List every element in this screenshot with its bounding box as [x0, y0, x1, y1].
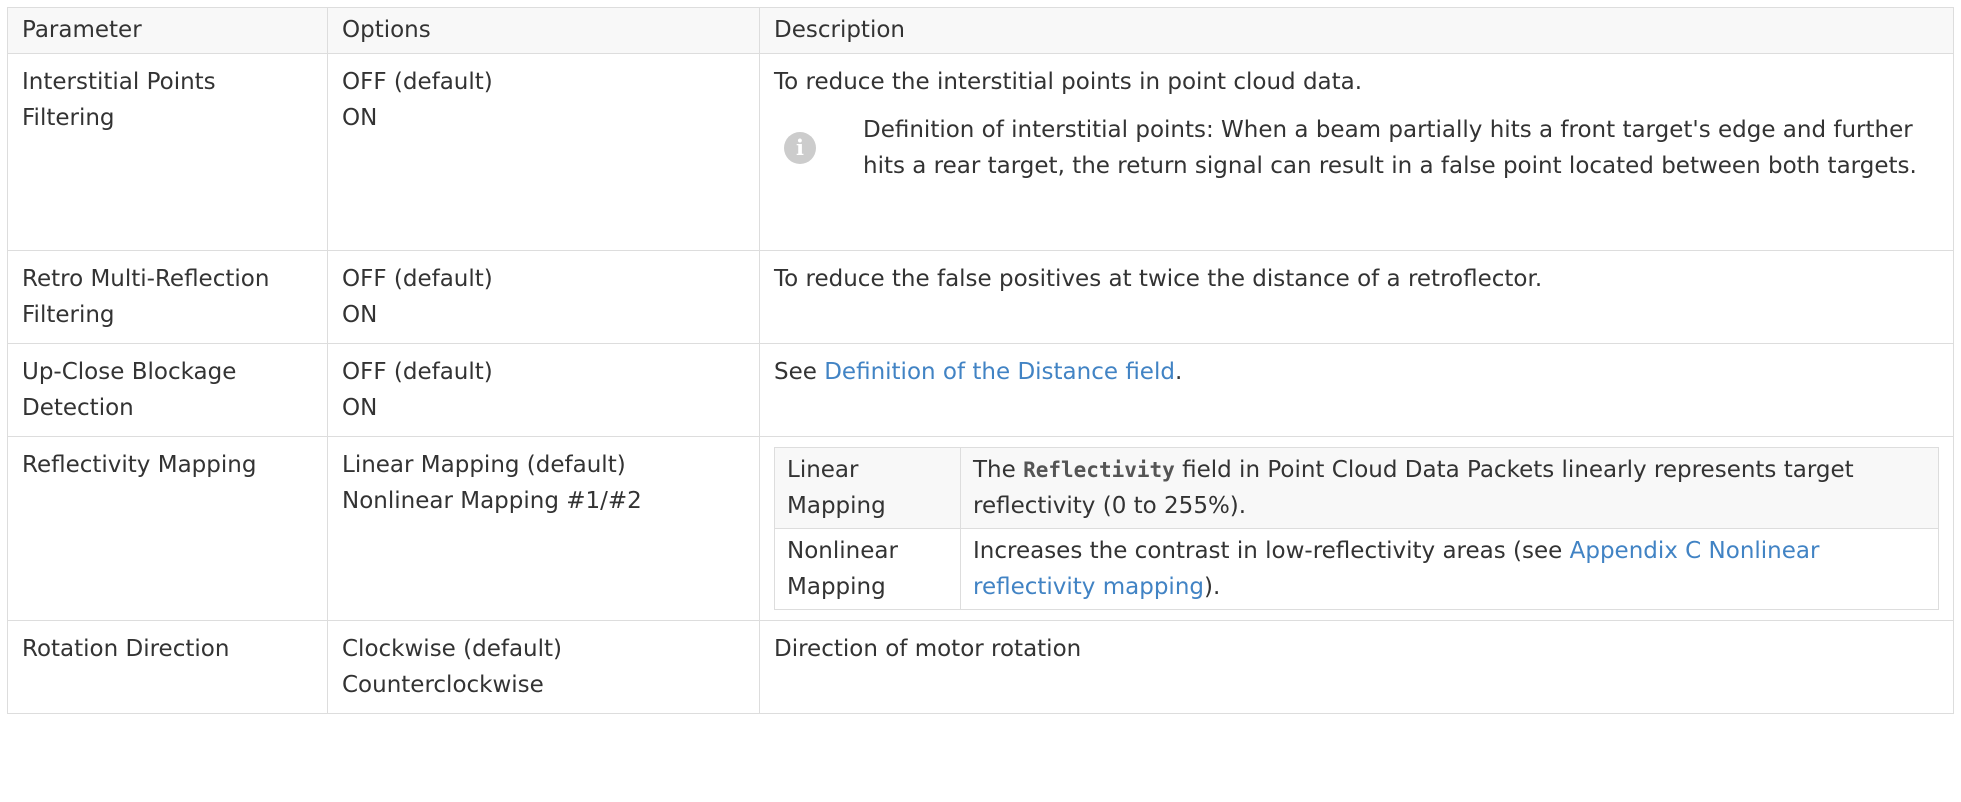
options-cell: OFF (default) ON	[327, 343, 760, 437]
option-value: Linear Mapping (default)	[342, 452, 626, 478]
header-description: Description	[759, 7, 1954, 54]
option-value: Counterclockwise	[342, 672, 544, 698]
parameter-cell: Rotation Direction	[7, 620, 328, 714]
table-row: Reflectivity Mapping Linear Mapping (def…	[7, 436, 1954, 621]
option-value: ON	[342, 395, 378, 421]
parameter-cell: Reflectivity Mapping	[7, 436, 328, 621]
options-cell: Clockwise (default) Counterclockwise	[327, 620, 760, 714]
option-value: ON	[342, 105, 378, 131]
table-row: Rotation Direction Clockwise (default) C…	[7, 620, 1954, 714]
header-parameter: Parameter	[7, 7, 328, 54]
description-cell: Linear Mapping The Reflectivity field in…	[759, 436, 1954, 621]
table-row: Retro Multi-Reflection Filtering OFF (de…	[7, 250, 1954, 344]
mapping-row: Nonlinear Mapping Increases the contrast…	[774, 528, 1939, 610]
option-value: ON	[342, 302, 378, 328]
mapping-description: The Reflectivity field in Point Cloud Da…	[960, 447, 1939, 529]
info-note: i Definition of interstitial points: Whe…	[774, 112, 1939, 184]
option-value: OFF (default)	[342, 69, 493, 95]
note-text: Definition of interstitial points: When …	[863, 117, 1917, 179]
table-header-row: Parameter Options Description	[7, 7, 1954, 54]
options-cell: OFF (default) ON	[327, 250, 760, 344]
info-icon: i	[784, 132, 816, 164]
options-cell: Linear Mapping (default) Nonlinear Mappi…	[327, 436, 760, 621]
option-value: OFF (default)	[342, 266, 493, 292]
mapping-text: ).	[1204, 574, 1221, 600]
option-value: OFF (default)	[342, 359, 493, 385]
options-cell: OFF (default) ON	[327, 53, 760, 251]
option-value: Nonlinear Mapping #1/#2	[342, 488, 642, 514]
mapping-row: Linear Mapping The Reflectivity field in…	[774, 447, 1939, 529]
description-suffix: .	[1174, 359, 1183, 385]
reflectivity-code: Reflectivity	[1023, 458, 1175, 482]
mapping-text: Increases the contrast in low-reflectivi…	[973, 538, 1570, 564]
distance-field-link[interactable]: Definition of the Distance field	[824, 359, 1175, 385]
description-cell: See Definition of the Distance field.	[759, 343, 1954, 437]
parameter-cell: Retro Multi-Reflection Filtering	[7, 250, 328, 344]
description-cell: To reduce the false positives at twice t…	[759, 250, 1954, 344]
table-row: Up-Close Blockage Detection OFF (default…	[7, 343, 1954, 437]
description-text: To reduce the interstitial points in poi…	[774, 69, 1363, 95]
description-cell: To reduce the interstitial points in poi…	[759, 53, 1954, 251]
parameter-cell: Up-Close Blockage Detection	[7, 343, 328, 437]
mapping-table: Linear Mapping The Reflectivity field in…	[774, 447, 1939, 610]
table-row: Interstitial Points Filtering OFF (defau…	[7, 53, 1954, 251]
header-options: Options	[327, 7, 760, 54]
parameter-cell: Interstitial Points Filtering	[7, 53, 328, 251]
description-cell: Direction of motor rotation	[759, 620, 1954, 714]
parameter-table: Parameter Options Description Interstiti…	[7, 7, 1954, 714]
mapping-text: The	[973, 457, 1024, 483]
option-value: Clockwise (default)	[342, 636, 563, 662]
description-prefix: See	[774, 359, 825, 385]
mapping-name: Linear Mapping	[774, 447, 961, 529]
mapping-name: Nonlinear Mapping	[774, 528, 961, 610]
mapping-description: Increases the contrast in low-reflectivi…	[960, 528, 1939, 610]
